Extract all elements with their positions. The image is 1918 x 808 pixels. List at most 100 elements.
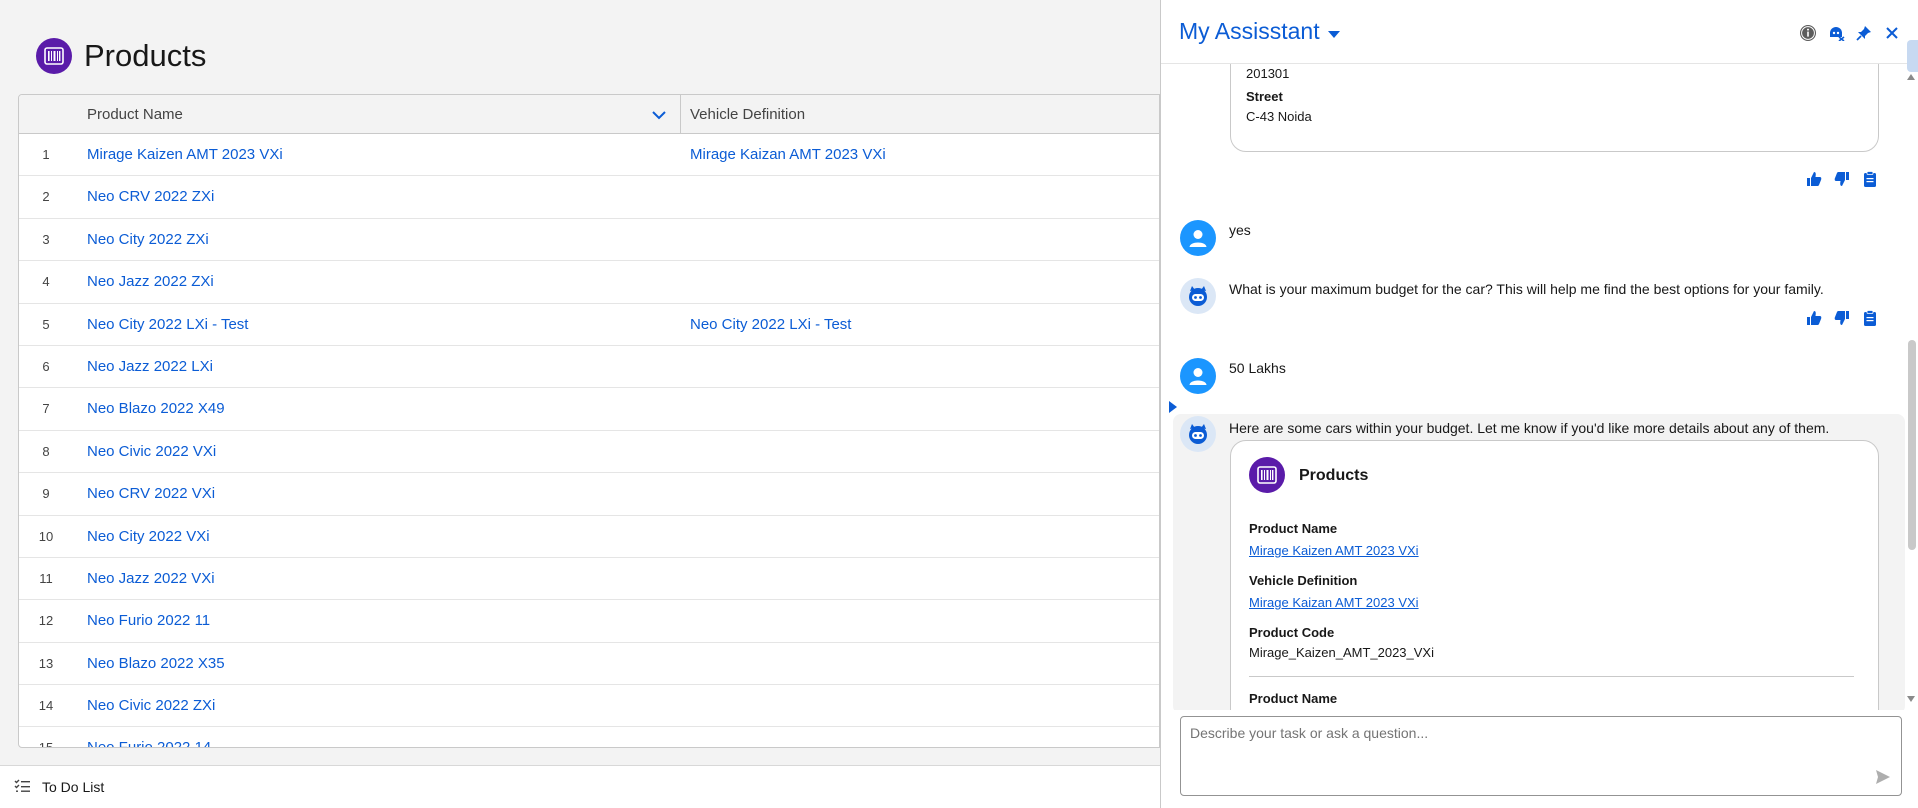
scroll-down-arrow-icon	[1907, 696, 1915, 702]
vehicle-definition-link[interactable]: Mirage Kaizan AMT 2023 VXi	[1249, 595, 1419, 610]
page-title: Products	[84, 38, 207, 73]
bot-avatar	[1180, 278, 1216, 314]
table-row: 7 Neo Blazo 2022 X49	[19, 388, 1159, 431]
copy-clipboard-icon[interactable]	[1861, 309, 1879, 327]
table-body: 1 Mirage Kaizen AMT 2023 VXi Mirage Kaizan…	[19, 134, 1159, 748]
product-object-icon	[1249, 457, 1285, 493]
product-name-link[interactable]: Neo Furio 2022 14	[87, 727, 211, 747]
todo-list-icon[interactable]	[14, 779, 30, 796]
copy-clipboard-icon[interactable]	[1861, 170, 1879, 188]
product-code-value: Mirage_Kaizen_AMT_2023_VXi	[1249, 645, 1434, 660]
product-name-link[interactable]: Neo City 2022 VXi	[87, 516, 210, 558]
close-icon[interactable]	[1883, 24, 1901, 42]
table-row: 9 Neo CRV 2022 VXi	[19, 473, 1159, 516]
product-name-link[interactable]: Neo City 2022 ZXi	[87, 219, 209, 261]
reset-assistant-icon[interactable]	[1827, 24, 1845, 42]
table-row: 5 Neo City 2022 LXi - Test Neo City 2022 L…	[19, 304, 1159, 346]
caret-down-icon	[1327, 18, 1340, 45]
feedback-actions	[1805, 309, 1879, 327]
user-avatar	[1180, 358, 1216, 394]
product-name-link[interactable]: Neo Blazo 2022 X35	[87, 643, 225, 685]
table-row: 1 Mirage Kaizen AMT 2023 VXi Mirage Kaizan…	[19, 134, 1159, 177]
product-name-link[interactable]: Neo Jazz 2022 VXi	[87, 558, 215, 600]
table-row: 6 Neo Jazz 2022 LXi	[19, 346, 1159, 389]
product-name-link[interactable]: Neo Furio 2022 11	[87, 600, 210, 642]
utility-bar: To Do List	[0, 765, 1160, 808]
products-table: Product Name Vehicle Definition 1 Mirage …	[18, 94, 1160, 748]
conversation-area: 201301 Street C-43 Noida yes What is you…	[1161, 64, 1918, 710]
product-name-link[interactable]: Mirage Kaizen AMT 2023 VXi	[1249, 543, 1419, 558]
info-icon[interactable]	[1799, 24, 1817, 42]
product-object-icon	[36, 38, 72, 74]
address-record-card: 201301 Street C-43 Noida	[1230, 64, 1879, 152]
row-number: 3	[42, 231, 50, 247]
table-row: 12 Neo Furio 2022 11	[19, 600, 1159, 643]
column-header-product-name[interactable]: Product Name	[87, 95, 183, 134]
scrollbar-thumb[interactable]	[1908, 340, 1916, 550]
table-row: 11 Neo Jazz 2022 VXi	[19, 558, 1159, 601]
product-name-link[interactable]: Neo Blazo 2022 X49	[87, 388, 225, 430]
thumbs-up-icon[interactable]	[1805, 309, 1823, 327]
street-value: C-43 Noida	[1246, 109, 1312, 124]
column-divider[interactable]	[680, 95, 681, 134]
row-number: 5	[42, 316, 50, 332]
header-actions	[1799, 24, 1901, 42]
product-code-label: Product Code	[1249, 625, 1335, 640]
thumbs-down-icon[interactable]	[1833, 170, 1851, 188]
bot-message: What is your maximum budget for the car?…	[1229, 281, 1824, 297]
user-message: yes	[1229, 222, 1251, 238]
product-name-link[interactable]: Neo City 2022 LXi - Test	[87, 304, 248, 346]
table-row: 8 Neo Civic 2022 VXi	[19, 431, 1159, 474]
table-row: 13 Neo Blazo 2022 X35	[19, 643, 1159, 686]
conversation-scrollbar[interactable]	[1904, 64, 1918, 710]
pin-icon[interactable]	[1855, 24, 1873, 42]
product-name-label: Product Name	[1249, 691, 1338, 706]
assistant-title: My Assisstant	[1179, 18, 1320, 44]
row-number: 15	[38, 740, 54, 748]
product-name-link[interactable]: Neo Civic 2022 ZXi	[87, 685, 215, 727]
row-number: 8	[42, 443, 50, 459]
thumbs-down-icon[interactable]	[1833, 309, 1851, 327]
row-number: 10	[38, 528, 54, 544]
todo-list-button[interactable]: To Do List	[42, 779, 104, 795]
product-name-link[interactable]: Neo Civic 2022 VXi	[87, 431, 216, 473]
chevron-down-icon[interactable]	[649, 105, 669, 125]
row-number: 9	[42, 486, 50, 502]
assistant-header: My Assisstant	[1161, 0, 1918, 72]
table-row: 10 Neo City 2022 VXi	[19, 516, 1159, 558]
postal-code-value: 201301	[1246, 66, 1290, 81]
row-number: 6	[42, 358, 50, 374]
message-composer	[1180, 716, 1902, 796]
column-header-vehicle-definition[interactable]: Vehicle Definition	[690, 95, 805, 134]
vehicle-definition-link[interactable]: Mirage Kaizan AMT 2023 VXi	[690, 134, 886, 176]
product-name-link[interactable]: Neo CRV 2022 ZXi	[87, 176, 214, 218]
product-name-link[interactable]: Neo Jazz 2022 ZXi	[87, 261, 214, 303]
row-number: 4	[42, 274, 50, 290]
street-label: Street	[1246, 89, 1283, 104]
send-icon[interactable]	[1875, 769, 1893, 787]
row-number: 2	[42, 189, 50, 205]
row-number: 12	[38, 613, 54, 629]
product-name-link[interactable]: Neo Jazz 2022 LXi	[87, 346, 213, 388]
scroll-up-arrow-icon	[1907, 74, 1915, 80]
page-header: Products	[36, 36, 206, 76]
message-input[interactable]	[1181, 717, 1901, 795]
row-number: 1	[42, 147, 50, 162]
user-message: 50 Lakhs	[1229, 360, 1286, 376]
product-name-link[interactable]: Mirage Kaizen AMT 2023 VXi	[87, 134, 283, 176]
product-name-label: Product Name	[1249, 521, 1338, 536]
table-row: 15 Neo Furio 2022 14	[19, 727, 1159, 748]
thumbs-up-icon[interactable]	[1805, 170, 1823, 188]
assistant-title-menu[interactable]: My Assisstant	[1179, 18, 1340, 45]
caret-right-icon[interactable]	[1169, 400, 1177, 416]
product-name-link[interactable]: Neo CRV 2022 VXi	[87, 473, 215, 515]
vehicle-definition-link[interactable]: Neo City 2022 LXi - Test	[690, 304, 851, 346]
vehicle-definition-label: Vehicle Definition	[1249, 573, 1358, 588]
row-number: 7	[42, 401, 50, 417]
product-record-card: Products Product Name Mirage Kaizen AMT …	[1230, 440, 1879, 710]
product-card-title: Products	[1299, 467, 1369, 484]
assistant-panel: My Assisstant 201301 Street C-43 Noida y…	[1160, 0, 1918, 808]
row-number: 14	[38, 698, 54, 714]
table-row: 3 Neo City 2022 ZXi	[19, 219, 1159, 262]
bot-avatar	[1180, 416, 1216, 452]
